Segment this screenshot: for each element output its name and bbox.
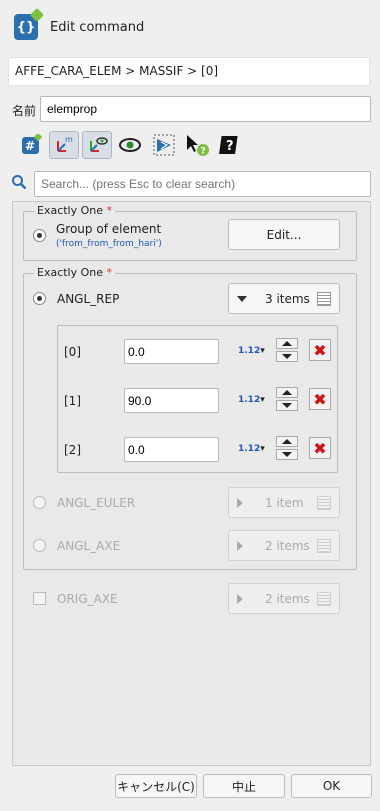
expand-right-icon — [237, 497, 243, 508]
spin-buttons-1[interactable] — [276, 387, 298, 411]
cancel-button[interactable]: キャンセル(C) — [115, 774, 197, 798]
increment-button[interactable] — [276, 338, 298, 349]
angl-rep-items-button[interactable]: 3 items — [228, 283, 340, 314]
list-icon — [317, 495, 331, 510]
row-value-input-0[interactable] — [124, 339, 219, 364]
breadcrumb: AFFE_CARA_ELEM > MASSIF > [0] — [8, 57, 370, 86]
abort-button[interactable]: 中止 — [203, 774, 285, 798]
name-label: 名前 — [12, 104, 37, 118]
group-of-element-value: ('from_from_from_hari') — [56, 239, 162, 249]
hash-edit-icon[interactable]: # — [18, 131, 44, 159]
orig-axe-items-count: 2 items — [265, 591, 310, 606]
increment-button[interactable] — [276, 436, 298, 447]
delete-icon: ✖ — [313, 438, 327, 458]
orig-axe-checkbox[interactable] — [33, 592, 46, 605]
list-icon — [317, 291, 331, 306]
pointer-help-icon[interactable]: ? — [183, 131, 211, 159]
angl-rep-radio[interactable] — [33, 292, 46, 305]
row-value-input-1[interactable] — [124, 388, 219, 413]
format-icon-2[interactable]: 1.12▾ — [238, 444, 265, 454]
delete-row-button-1[interactable]: ✖ — [309, 388, 331, 410]
angl-axe-radio[interactable] — [33, 539, 46, 552]
orig-axe-label: ORIG_AXE — [57, 592, 118, 606]
command-edit-icon: {} — [14, 7, 45, 40]
delete-icon: ✖ — [313, 340, 327, 360]
list-icon — [317, 538, 331, 553]
svg-text:?: ? — [226, 139, 234, 154]
svg-text:?: ? — [201, 147, 206, 157]
svg-text:#: # — [25, 139, 35, 153]
spin-buttons-0[interactable] — [276, 338, 298, 362]
format-icon-0[interactable]: 1.12▾ — [238, 346, 265, 356]
group-of-element-radio[interactable] — [33, 229, 46, 242]
decrement-button[interactable] — [276, 449, 298, 460]
angl-rep-label: ANGL_REP — [57, 292, 120, 306]
decrement-button[interactable] — [276, 400, 298, 411]
angl-euler-items-count: 1 item — [265, 495, 304, 510]
group-of-element-label: Group of element — [56, 222, 162, 236]
decrement-button[interactable] — [276, 351, 298, 362]
title-bar: {} Edit command — [0, 0, 380, 56]
spin-buttons-2[interactable] — [276, 436, 298, 460]
expand-right-icon — [237, 540, 243, 551]
ok-button[interactable]: OK — [291, 774, 372, 798]
name-input[interactable] — [40, 96, 371, 122]
list-icon — [317, 591, 331, 606]
edit-button[interactable]: Edit... — [228, 219, 340, 250]
search-icon — [11, 174, 27, 190]
delete-icon: ✖ — [313, 389, 327, 409]
increment-button[interactable] — [276, 387, 298, 398]
angl-axe-items-button[interactable]: 2 items — [228, 530, 340, 561]
axes-m-icon[interactable]: m — [49, 131, 79, 159]
window-title: Edit command — [50, 20, 145, 35]
angl-euler-radio[interactable] — [33, 496, 46, 509]
row-index-0: [0] — [64, 345, 81, 359]
row-index-2: [2] — [64, 443, 81, 457]
angl-euler-label: ANGL_EULER — [57, 496, 136, 510]
command-help-icon[interactable]: ? — [216, 131, 244, 159]
eye-icon[interactable] — [116, 131, 144, 159]
angl-euler-items-button[interactable]: 1 item — [228, 487, 340, 518]
axes-eye-icon[interactable] — [82, 131, 112, 159]
angl-axe-label: ANGL_AXE — [57, 539, 121, 553]
expand-right-icon — [237, 593, 243, 604]
expand-down-icon — [237, 295, 247, 302]
row-index-1: [1] — [64, 394, 81, 408]
orig-axe-items-button[interactable]: 2 items — [228, 583, 340, 614]
group-title-1: Exactly One * — [34, 204, 116, 217]
search-input[interactable] — [34, 171, 371, 197]
angl-axe-items-count: 2 items — [265, 538, 310, 553]
group-title-2: Exactly One * — [34, 266, 116, 279]
svg-text:m: m — [65, 135, 73, 144]
row-value-input-2[interactable] — [124, 437, 219, 462]
angl-rep-items-count: 3 items — [265, 291, 310, 306]
format-icon-1[interactable]: 1.12▾ — [238, 395, 265, 405]
delete-row-button-2[interactable]: ✖ — [309, 437, 331, 459]
mesh-select-icon[interactable] — [150, 131, 178, 159]
delete-row-button-0[interactable]: ✖ — [309, 339, 331, 361]
